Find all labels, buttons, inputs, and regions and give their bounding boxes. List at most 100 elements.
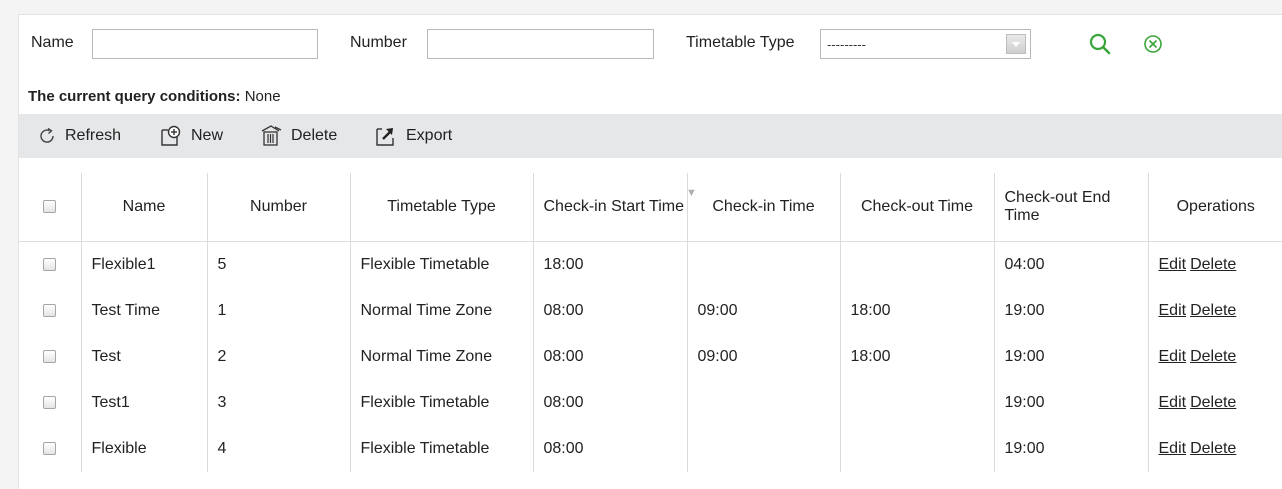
table-row[interactable]: Test1 3 Flexible Timetable 08:00 19:00 Edit De… — [19, 380, 1282, 426]
cell-checkout-time — [840, 380, 995, 426]
row-checkbox[interactable] — [43, 304, 57, 318]
refresh-button[interactable]: Refresh — [37, 114, 121, 158]
cell-checkin-time — [687, 380, 841, 426]
delete-link[interactable]: Delete — [1190, 348, 1236, 365]
row-select-cell[interactable] — [19, 380, 82, 426]
cell-checkin-start-time: 08:00 — [533, 288, 688, 334]
filter-bar: Name Number Timetable Type --------- — [19, 15, 1282, 75]
cell-name: Test1 — [81, 380, 208, 426]
refresh-button-label: Refresh — [65, 127, 122, 144]
cell-operations: Edit Delete — [1148, 334, 1282, 380]
table-row[interactable]: Flexible 4 Flexible Timetable 08:00 19:00 Edi… — [19, 426, 1282, 472]
name-filter-label: Name — [31, 34, 74, 51]
edit-link[interactable]: Edit — [1159, 256, 1187, 273]
edit-link[interactable]: Edit — [1159, 394, 1187, 411]
cell-number: 3 — [207, 380, 351, 426]
table-row[interactable]: Test 2 Normal Time Zone 08:00 09:00 18:00 19:0… — [19, 334, 1282, 380]
cell-checkin-start-time: 08:00 — [533, 426, 688, 472]
select-all-checkbox[interactable] — [43, 200, 57, 214]
edit-link[interactable]: Edit — [1159, 440, 1187, 457]
delete-link[interactable]: Delete — [1190, 394, 1236, 411]
cell-name: Flexible1 — [81, 241, 208, 288]
sort-arrow-icon[interactable]: ▼ — [686, 184, 697, 202]
clear-icon[interactable] — [1140, 31, 1166, 57]
row-checkbox[interactable] — [43, 258, 57, 272]
name-filter-input[interactable] — [92, 29, 318, 59]
header-select-all[interactable] — [19, 173, 82, 242]
header-checkout-end-time[interactable]: Check-out End Time — [994, 173, 1149, 242]
cell-checkout-end-time: 19:00 — [994, 380, 1149, 426]
delete-link[interactable]: Delete — [1190, 256, 1236, 273]
cell-checkin-time — [687, 426, 841, 472]
row-select-cell[interactable] — [19, 426, 82, 472]
timetable-table: Name Number Timetable Type Check-in Star… — [19, 173, 1282, 472]
table-row[interactable]: Test Time 1 Normal Time Zone 08:00 09:00 18:0… — [19, 288, 1282, 334]
row-select-cell[interactable] — [19, 241, 82, 288]
delete-button[interactable]: Delete — [259, 114, 337, 158]
header-number[interactable]: Number — [207, 173, 351, 242]
query-conditions-label: The current query conditions: — [28, 88, 241, 105]
table-row[interactable]: Flexible1 5 Flexible Timetable 18:00 04:00 Ed… — [19, 241, 1282, 289]
cell-timetable-type: Flexible Timetable — [350, 380, 534, 426]
timetable-type-filter-label: Timetable Type — [686, 34, 795, 51]
delete-link[interactable]: Delete — [1190, 440, 1236, 457]
timetable-type-select[interactable]: --------- — [820, 29, 1031, 59]
number-filter-label: Number — [350, 34, 407, 51]
delete-icon — [261, 125, 282, 146]
cell-checkout-end-time: 19:00 — [994, 288, 1149, 334]
header-checkin-start-time[interactable]: Check-in Start Time ▼ — [533, 173, 697, 242]
cell-operations: Edit Delete — [1148, 242, 1282, 289]
cell-checkout-time: 18:00 — [840, 288, 995, 334]
query-conditions-value: None — [244, 88, 281, 105]
header-checkout-time[interactable]: Check-out Time — [840, 173, 995, 242]
new-button[interactable]: New — [159, 114, 223, 158]
cell-checkout-time: 18:00 — [840, 334, 995, 380]
export-button[interactable]: Export — [374, 114, 452, 158]
edit-link[interactable]: Edit — [1159, 348, 1187, 365]
search-icon[interactable] — [1087, 31, 1113, 57]
header-name[interactable]: Name — [81, 173, 208, 242]
row-select-cell[interactable] — [19, 334, 82, 380]
cell-checkin-time: 09:00 — [687, 288, 841, 334]
cell-timetable-type: Normal Time Zone — [350, 288, 534, 334]
cell-operations: Edit Delete — [1148, 288, 1282, 334]
refresh-icon — [40, 127, 54, 143]
header-timetable-type[interactable]: Timetable Type — [350, 173, 534, 242]
delete-button-label: Delete — [291, 127, 338, 144]
timetable-type-selected-value: --------- — [827, 37, 866, 52]
cell-number: 1 — [207, 288, 351, 334]
cell-timetable-type: Flexible Timetable — [350, 241, 534, 288]
row-select-cell[interactable] — [19, 288, 82, 334]
cell-operations: Edit Delete — [1148, 426, 1282, 472]
new-button-label: New — [191, 127, 224, 144]
cell-timetable-type: Normal Time Zone — [350, 334, 534, 380]
cell-timetable-type: Flexible Timetable — [350, 426, 534, 472]
row-checkbox[interactable] — [43, 442, 57, 456]
cell-name: Test — [81, 334, 208, 380]
header-checkin-start-time-label: Check-in Start Time — [543, 198, 684, 215]
delete-link[interactable]: Delete — [1190, 302, 1236, 319]
number-filter-input[interactable] — [427, 29, 654, 59]
header-operations: Operations — [1148, 173, 1282, 242]
timetable-page: Name Number Timetable Type --------- The… — [18, 14, 1282, 489]
new-icon — [161, 125, 181, 146]
row-checkbox[interactable] — [43, 350, 57, 364]
cell-name: Test Time — [81, 288, 208, 334]
cell-checkin-start-time: 18:00 — [533, 241, 688, 288]
cell-number: 5 — [207, 241, 351, 288]
cell-number: 2 — [207, 334, 351, 380]
cell-checkout-end-time: 19:00 — [994, 426, 1149, 472]
cell-number: 4 — [207, 426, 351, 472]
row-checkbox[interactable] — [43, 396, 57, 410]
cell-checkout-end-time: 04:00 — [994, 241, 1149, 288]
edit-link[interactable]: Edit — [1159, 302, 1187, 319]
query-conditions: The current query conditions: None — [28, 88, 281, 105]
cell-checkout-time — [840, 426, 995, 472]
cell-checkin-time: 09:00 — [687, 334, 841, 380]
cell-checkin-time — [687, 241, 841, 288]
export-button-label: Export — [406, 127, 453, 144]
header-checkin-time[interactable]: Check-in Time — [687, 173, 841, 242]
cell-checkin-start-time: 08:00 — [533, 380, 688, 426]
export-icon — [376, 128, 394, 146]
chevron-down-icon[interactable] — [1006, 34, 1026, 54]
